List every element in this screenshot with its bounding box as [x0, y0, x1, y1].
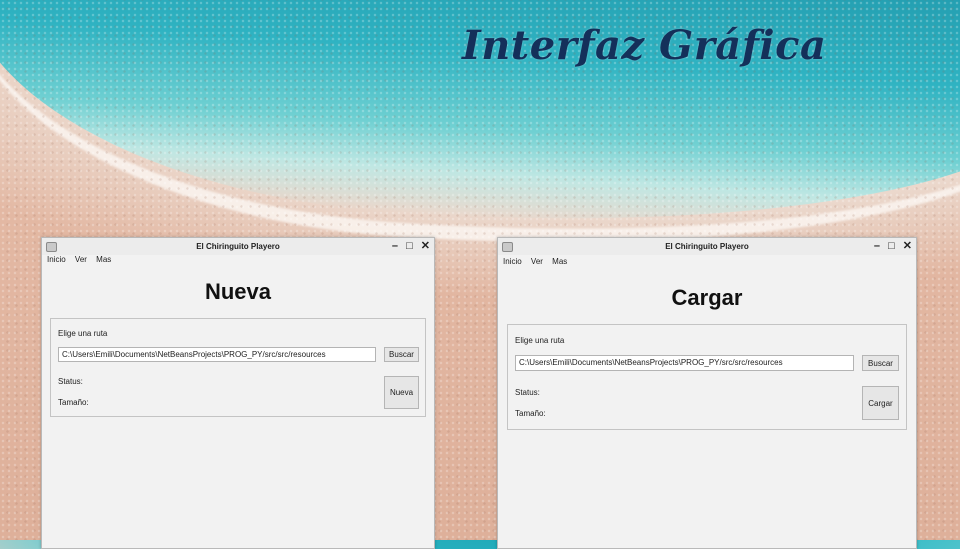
- close-icon[interactable]: ✕: [903, 240, 912, 252]
- window-title: El Chiringuito Playero: [665, 242, 749, 251]
- route-panel: Elige una ruta C:\Users\Emili\Documents\…: [507, 324, 907, 430]
- search-button[interactable]: Buscar: [862, 355, 899, 371]
- maximize-icon[interactable]: □: [888, 240, 895, 252]
- route-label: Elige una ruta: [58, 329, 108, 338]
- status-label: Status:: [58, 377, 83, 386]
- menu-bar: Inicio Ver Mas: [42, 255, 434, 269]
- window-cargar: El Chiringuito Playero – □ ✕ Inicio Ver …: [497, 237, 917, 549]
- size-label: Tamaño:: [515, 409, 546, 418]
- cargar-button[interactable]: Cargar: [862, 386, 899, 420]
- title-bar[interactable]: El Chiringuito Playero – □ ✕: [42, 238, 434, 255]
- menu-mas[interactable]: Mas: [552, 257, 567, 266]
- menu-ver[interactable]: Ver: [75, 255, 87, 264]
- minimize-icon[interactable]: –: [392, 240, 398, 252]
- minimize-icon[interactable]: –: [874, 240, 880, 252]
- menu-ver[interactable]: Ver: [531, 257, 543, 266]
- path-field[interactable]: C:\Users\Emili\Documents\NetBeansProject…: [58, 347, 376, 362]
- slide-title: Interfaz Gráfica: [462, 22, 827, 69]
- route-label: Elige una ruta: [515, 336, 565, 345]
- menu-mas[interactable]: Mas: [96, 255, 111, 264]
- page-heading: Cargar: [671, 285, 743, 310]
- menu-bar: Inicio Ver Mas: [498, 255, 916, 273]
- title-bar[interactable]: El Chiringuito Playero – □ ✕: [498, 238, 916, 255]
- maximize-icon[interactable]: □: [406, 240, 413, 252]
- menu-inicio[interactable]: Inicio: [47, 255, 66, 264]
- close-icon[interactable]: ✕: [421, 240, 430, 252]
- window-title: El Chiringuito Playero: [196, 242, 280, 251]
- menu-inicio[interactable]: Inicio: [503, 257, 522, 266]
- search-button[interactable]: Buscar: [384, 347, 419, 362]
- window-nueva: El Chiringuito Playero – □ ✕ Inicio Ver …: [41, 237, 435, 549]
- path-field[interactable]: C:\Users\Emili\Documents\NetBeansProject…: [515, 355, 854, 371]
- nueva-button[interactable]: Nueva: [384, 376, 419, 409]
- size-label: Tamaño:: [58, 398, 89, 407]
- route-panel: Elige una ruta C:\Users\Emili\Documents\…: [50, 318, 426, 417]
- status-label: Status:: [515, 388, 540, 397]
- page-heading: Nueva: [204, 279, 272, 304]
